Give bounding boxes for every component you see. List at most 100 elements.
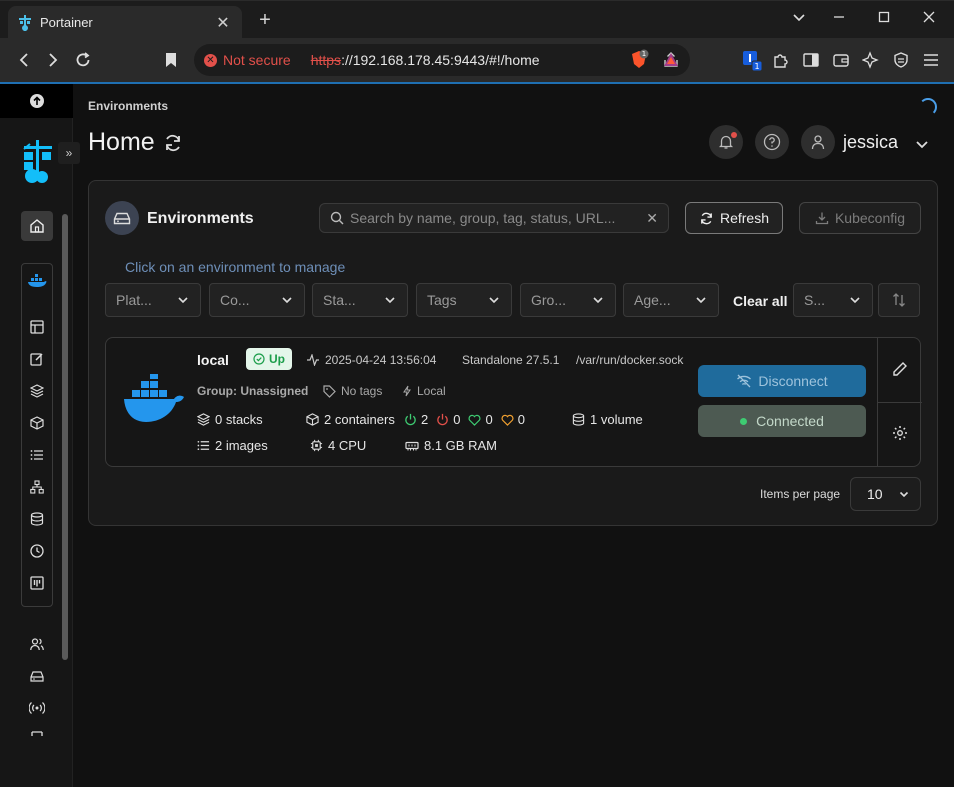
sort-order-button[interactable] — [878, 283, 920, 317]
check-circle-icon — [253, 353, 265, 365]
kubeconfig-button[interactable]: Kubeconfig — [799, 202, 921, 234]
layers-icon — [197, 413, 210, 426]
filter-platform[interactable]: Plat... — [105, 283, 201, 317]
edit-environment-button[interactable] — [890, 359, 910, 379]
refresh-button[interactable]: Refresh — [685, 202, 783, 234]
items-per-page-select[interactable]: 10 — [850, 477, 921, 511]
maximize-window-button[interactable] — [874, 10, 894, 29]
arrow-up-circle-icon — [29, 94, 44, 108]
filter-connection[interactable]: Co... — [209, 283, 305, 317]
sidebar-item-containers[interactable] — [27, 413, 47, 433]
notification-dot — [731, 132, 737, 138]
sidebar-item-stacks[interactable] — [27, 381, 47, 401]
chevron-down-icon — [282, 297, 292, 304]
new-tab-button[interactable]: + — [255, 9, 275, 32]
connected-button[interactable]: Connected — [698, 405, 866, 437]
help-circle-icon — [763, 133, 781, 151]
sidebar-item-docker-environment[interactable] — [27, 271, 47, 291]
vpn-shield-icon[interactable] — [890, 49, 912, 71]
sidebar-item-dashboard[interactable] — [27, 317, 47, 337]
sidebar-item-host[interactable] — [27, 573, 47, 593]
sidebar-item-events[interactable] — [27, 541, 47, 561]
sidebar-upgrade-button[interactable] — [0, 84, 73, 118]
user-avatar[interactable] — [801, 125, 835, 159]
user-menu-chevron-icon[interactable] — [914, 136, 930, 152]
sort-by-select[interactable]: S... — [793, 283, 873, 317]
tab-search-chevron-icon[interactable] — [789, 10, 809, 29]
zap-icon — [403, 385, 411, 397]
ram-text: 8.1 GB RAM — [424, 438, 497, 453]
list-icon — [197, 440, 210, 451]
sidebar: » — [0, 84, 80, 787]
page-title: Home — [88, 128, 155, 156]
sidebar-item-partial[interactable] — [27, 729, 47, 739]
leo-ai-icon[interactable] — [860, 49, 882, 71]
sidebar-item-edge-compute[interactable] — [27, 698, 47, 718]
brave-shields-icon[interactable]: 1 — [628, 49, 650, 71]
chevron-down-icon — [593, 297, 603, 304]
filter-tags[interactable]: Tags — [416, 283, 512, 317]
environment-item-local[interactable]: local Up 2025-04-24 13:56:04 Standalone … — [105, 337, 922, 467]
sidebar-item-environments[interactable] — [27, 666, 47, 686]
browser-tab-title: Portainer — [40, 15, 93, 30]
filter-platform-label: Plat... — [116, 292, 152, 308]
browser-menu-icon[interactable] — [920, 49, 942, 71]
username[interactable]: jessica — [843, 132, 898, 153]
bitwarden-extension-icon[interactable]: 1 — [741, 49, 763, 71]
container-status-counts: 2 0 0 0 — [404, 412, 533, 427]
environments-header-icon — [105, 201, 139, 235]
refresh-page-icon[interactable] — [163, 133, 183, 153]
environment-actions — [877, 338, 922, 466]
sidebar-item-templates[interactable] — [27, 349, 47, 369]
sidebar-toggle-icon[interactable] — [800, 49, 822, 71]
box-icon — [30, 416, 44, 430]
clear-search-icon[interactable]: ✕ — [646, 210, 658, 227]
expand-sidebar-button[interactable]: » — [58, 142, 80, 164]
sidebar-item-images[interactable] — [27, 445, 47, 465]
filter-status-label: Sta... — [323, 292, 356, 308]
sidebar-item-networks[interactable] — [27, 477, 47, 497]
reload-button[interactable] — [72, 49, 94, 71]
clock-icon — [30, 544, 44, 558]
search-input[interactable] — [350, 210, 647, 226]
sidebar-item-home[interactable] — [21, 211, 53, 241]
clear-all-filters-button[interactable]: Clear all — [733, 293, 787, 309]
close-window-button[interactable] — [919, 10, 939, 29]
environment-tags: No tags — [323, 384, 382, 398]
filter-groups-label: Gro... — [531, 292, 567, 308]
filter-tags-label: Tags — [427, 292, 457, 308]
disconnect-button[interactable]: Disconnect — [698, 365, 866, 397]
url-text[interactable]: https://192.168.178.45:9443/#!/home — [311, 52, 540, 68]
sidebar-item-users[interactable] — [27, 634, 47, 654]
back-button[interactable] — [13, 49, 35, 71]
forward-button[interactable] — [42, 49, 64, 71]
chevron-down-icon — [696, 297, 706, 304]
sidebar-scrollbar[interactable] — [62, 214, 68, 660]
close-tab-icon[interactable]: ✕ — [214, 13, 232, 33]
brave-rewards-icon[interactable] — [660, 49, 682, 71]
bookmark-icon[interactable] — [160, 49, 182, 71]
network-icon — [30, 480, 44, 494]
containers-count: 2 containers — [306, 412, 395, 427]
address-bar[interactable]: ✕ Not secure https://192.168.178.45:9443… — [194, 44, 690, 76]
heart-unhealthy-icon — [501, 414, 514, 426]
security-status[interactable]: Not secure — [223, 52, 291, 68]
filter-groups[interactable]: Gro... — [520, 283, 616, 317]
portainer-favicon-icon — [19, 14, 31, 31]
help-button[interactable] — [755, 125, 789, 159]
items-per-page-value: 10 — [867, 486, 883, 502]
unhealthy-count: 0 — [517, 412, 525, 427]
environment-settings-button[interactable] — [890, 423, 910, 443]
minimize-window-button[interactable] — [829, 10, 849, 29]
notifications-button[interactable] — [709, 125, 743, 159]
sidebar-item-volumes[interactable] — [27, 509, 47, 529]
volumes-text: 1 volume — [590, 412, 643, 427]
portainer-logo-icon[interactable] — [20, 140, 56, 184]
filter-status[interactable]: Sta... — [312, 283, 408, 317]
environment-search: ✕ — [319, 203, 669, 233]
extensions-puzzle-icon[interactable] — [770, 49, 792, 71]
browser-tab-portainer[interactable]: Portainer ✕ — [8, 6, 242, 39]
filter-agent-version[interactable]: Age... — [623, 283, 719, 317]
last-check-timestamp: 2025-04-24 13:56:04 — [306, 353, 436, 367]
wallet-icon[interactable] — [830, 49, 852, 71]
